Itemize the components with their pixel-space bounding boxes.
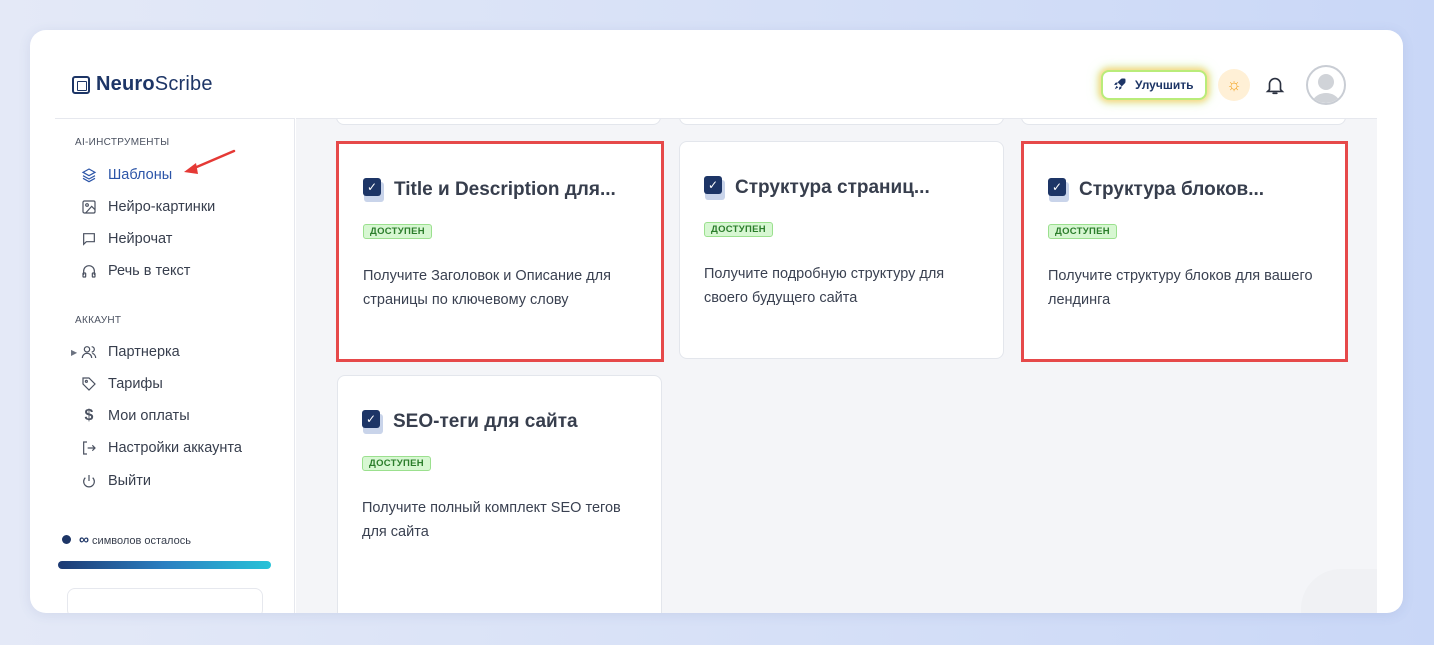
sidebar-item-label: Настройки аккаунта bbox=[108, 440, 242, 456]
image-icon bbox=[81, 199, 97, 215]
upgrade-label: Улучшить bbox=[1135, 78, 1194, 92]
tag-icon bbox=[81, 376, 97, 392]
sidebar-bottom-button[interactable] bbox=[67, 588, 263, 613]
login-icon bbox=[81, 440, 97, 456]
rocket-icon bbox=[1113, 77, 1127, 94]
users-icon bbox=[81, 344, 97, 360]
app-window: NeuroScribe Улучшить ☼ AI-ИНСТРУМЕНТЫ Ша… bbox=[30, 30, 1403, 613]
sidebar-item-label: Нейрочат bbox=[108, 231, 173, 247]
card-title: ✓ Структура страниц... bbox=[704, 176, 930, 200]
card-title: ✓ SEO-теги для сайта bbox=[362, 410, 578, 434]
upgrade-button[interactable]: Улучшить bbox=[1101, 70, 1208, 100]
logo[interactable]: NeuroScribe bbox=[72, 73, 213, 96]
status-badge: ДОСТУПЕН bbox=[362, 456, 431, 471]
sidebar-item-partner[interactable]: ▶ Партнерка bbox=[71, 342, 180, 362]
checkbox-icon: ✓ bbox=[363, 178, 385, 202]
card-partial[interactable] bbox=[1021, 119, 1346, 125]
credits-progress-bar bbox=[58, 561, 271, 569]
sidebar-item-label: Нейро-картинки bbox=[108, 199, 216, 215]
sidebar-item-neurochat[interactable]: Нейрочат bbox=[81, 229, 172, 249]
template-card-page-structure[interactable]: ✓ Структура страниц... ДОСТУПЕН Получите… bbox=[679, 141, 1004, 359]
status-badge: ДОСТУПЕН bbox=[704, 222, 773, 237]
infinity-symbol: ∞ bbox=[79, 531, 89, 547]
sidebar-item-label: Речь в текст bbox=[108, 263, 191, 279]
section-title-account: АККАУНТ bbox=[75, 315, 122, 326]
sidebar-item-account-settings[interactable]: Настройки аккаунта bbox=[81, 438, 242, 458]
power-icon bbox=[81, 473, 97, 489]
header: NeuroScribe Улучшить ☼ bbox=[30, 30, 1403, 118]
sidebar-item-speech-to-text[interactable]: Речь в текст bbox=[81, 261, 190, 281]
credits-remaining: ∞ символов осталось bbox=[62, 531, 191, 547]
sidebar-item-templates[interactable]: Шаблоны bbox=[81, 165, 172, 185]
template-card-block-structure[interactable]: ✓ Структура блоков... ДОСТУПЕН Получите … bbox=[1021, 141, 1348, 362]
logo-text: NeuroScribe bbox=[96, 73, 213, 95]
templates-grid: ✓ Title и Description для... ДОСТУПЕН По… bbox=[296, 118, 1377, 613]
chat-icon bbox=[81, 231, 97, 247]
avatar[interactable] bbox=[1306, 65, 1346, 105]
card-description: Получите структуру блоков для вашего лен… bbox=[1048, 268, 1313, 308]
checkbox-icon: ✓ bbox=[362, 410, 384, 434]
status-dot bbox=[62, 534, 71, 544]
sidebar-item-payments[interactable]: $ Мои оплаты bbox=[81, 406, 190, 426]
theme-toggle-sun-icon[interactable]: ☼ bbox=[1218, 69, 1250, 101]
chat-widget[interactable] bbox=[1301, 569, 1377, 613]
annotation-arrow-icon bbox=[184, 149, 236, 174]
sidebar-item-tariffs[interactable]: Тарифы bbox=[81, 374, 163, 394]
card-description: Получите подробную структуру для своего … bbox=[704, 266, 945, 306]
logo-icon bbox=[72, 75, 90, 94]
caret-right-icon[interactable]: ▶ bbox=[71, 348, 77, 357]
card-title: ✓ Структура блоков... bbox=[1048, 178, 1264, 202]
card-partial[interactable] bbox=[336, 119, 661, 125]
status-badge: ДОСТУПЕН bbox=[1048, 224, 1117, 239]
card-partial[interactable] bbox=[679, 119, 1004, 125]
sidebar-item-label: Тарифы bbox=[108, 376, 163, 392]
status-badge: ДОСТУПЕН bbox=[363, 224, 432, 239]
template-card-seo-tags[interactable]: ✓ SEO-теги для сайта ДОСТУПЕН Получите п… bbox=[337, 375, 662, 613]
credits-label: символов осталось bbox=[92, 535, 191, 547]
sidebar: AI-ИНСТРУМЕНТЫ Шаблоны Нейро-картинки Не… bbox=[55, 118, 295, 613]
headphones-icon bbox=[81, 263, 97, 279]
card-title: ✓ Title и Description для... bbox=[363, 178, 616, 202]
sidebar-item-label: Выйти bbox=[108, 473, 151, 489]
section-title-tools: AI-ИНСТРУМЕНТЫ bbox=[75, 137, 170, 148]
sidebar-item-label: Шаблоны bbox=[108, 167, 173, 183]
checkbox-icon: ✓ bbox=[704, 176, 726, 200]
card-description: Получите Заголовок и Описание для страни… bbox=[363, 268, 611, 308]
sidebar-item-label: Мои оплаты bbox=[108, 408, 190, 424]
sidebar-item-neuro-images[interactable]: Нейро-картинки bbox=[81, 197, 215, 217]
sidebar-item-label: Партнерка bbox=[108, 344, 180, 360]
layers-icon bbox=[81, 167, 97, 183]
template-card-title-description[interactable]: ✓ Title и Description для... ДОСТУПЕН По… bbox=[336, 141, 664, 362]
card-description: Получите полный комплект SEO тегов для с… bbox=[362, 500, 621, 540]
sidebar-item-logout[interactable]: Выйти bbox=[81, 471, 151, 491]
bell-icon[interactable] bbox=[1264, 73, 1286, 97]
dollar-icon: $ bbox=[84, 407, 94, 424]
checkbox-icon: ✓ bbox=[1048, 178, 1070, 202]
